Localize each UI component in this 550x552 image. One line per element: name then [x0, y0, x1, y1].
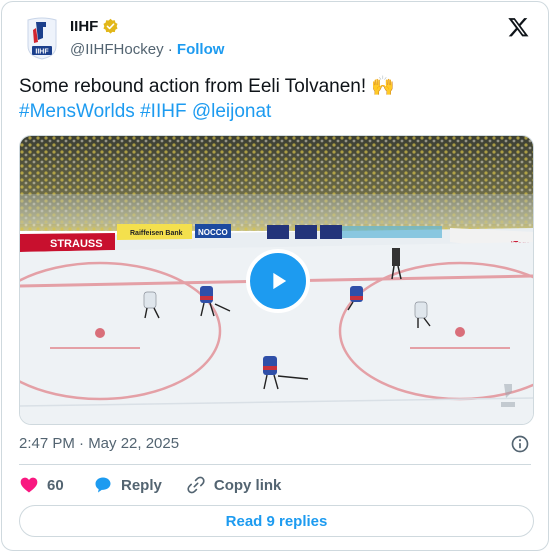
action-bar: 60 Reply Copy link: [19, 474, 281, 496]
hashtag-iihf[interactable]: #IIHF: [140, 101, 186, 122]
heart-icon: [20, 477, 38, 493]
ad-nocco: NOCCO: [198, 228, 228, 237]
like-button[interactable]: 60: [19, 475, 71, 495]
iihf-logo[interactable]: IIHF: [24, 16, 60, 60]
follow-button[interactable]: Follow: [177, 41, 225, 58]
display-name[interactable]: IIHF: [70, 18, 98, 35]
ad-raiffeisen: Raiffeisen Bank: [130, 230, 183, 237]
copy-link-button[interactable]: Copy link: [186, 475, 282, 495]
hashtag-mensworlds[interactable]: #MensWorlds: [19, 101, 135, 122]
handle-line: @IIHFHockey · Follow: [70, 41, 224, 58]
tweet-body: Some rebound action from Eeli Tolvanen! …: [19, 74, 529, 124]
reply-bubble-icon: [95, 477, 111, 493]
like-count: 60: [47, 476, 64, 494]
video-player[interactable]: STRAUSS Raiffeisen Bank NOCCO #Toga: [19, 135, 534, 425]
hashtag-line: #MensWorlds #IIHF @leijonat: [19, 99, 529, 124]
verified-badge-icon: [103, 18, 118, 34]
link-icon: [187, 476, 205, 494]
info-icon[interactable]: [510, 434, 530, 454]
play-icon: [273, 272, 287, 290]
tweet-card: IIHF IIHF @IIHFHockey · Follow Some rebo…: [1, 1, 549, 551]
tweet-text-line: Some rebound action from Eeli Tolvanen! …: [19, 76, 396, 97]
mention-leijonat[interactable]: @leijonat: [192, 101, 272, 122]
reply-button[interactable]: Reply: [93, 475, 162, 495]
reply-label: Reply: [121, 476, 162, 494]
account-handle[interactable]: @IIHFHockey: [70, 41, 164, 58]
read-replies-button[interactable]: Read 9 replies: [19, 505, 534, 537]
copy-link-label: Copy link: [213, 476, 282, 494]
x-logo-icon[interactable]: [507, 16, 530, 38]
display-name-line: IIHF: [70, 18, 119, 35]
tweet-timestamp[interactable]: 2:47 PM · May 22, 2025: [19, 435, 179, 452]
divider: [19, 464, 531, 465]
svg-text:IIHF: IIHF: [35, 49, 49, 56]
ad-strauss: STRAUSS: [50, 238, 103, 250]
tweet-header: IIHF IIHF @IIHFHockey · Follow: [18, 16, 532, 64]
play-button[interactable]: [246, 249, 310, 313]
handle-separator: ·: [167, 41, 173, 58]
